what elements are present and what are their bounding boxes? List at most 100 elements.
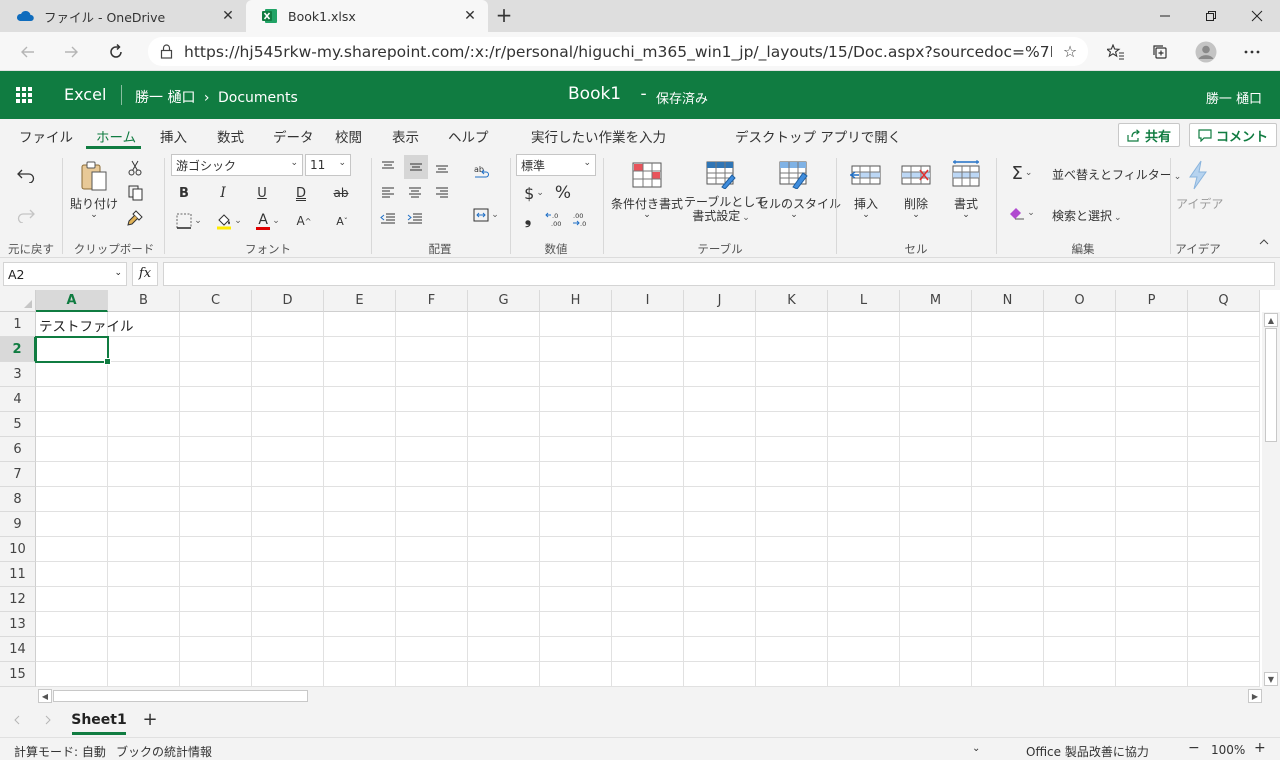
cell-J15[interactable] xyxy=(684,662,756,687)
cell-D8[interactable] xyxy=(252,487,324,512)
cell-L9[interactable] xyxy=(828,512,900,537)
row-header[interactable]: 3 xyxy=(0,362,36,387)
cell-G12[interactable] xyxy=(468,587,540,612)
cell-styles-caret[interactable]: ⌄ xyxy=(757,210,831,220)
cell-H3[interactable] xyxy=(540,362,612,387)
cell-I6[interactable] xyxy=(612,437,684,462)
tab-insert[interactable]: 挿入 xyxy=(160,126,187,146)
row-header[interactable]: 10 xyxy=(0,537,36,562)
cell-D4[interactable] xyxy=(252,387,324,412)
shrink-font-button[interactable]: Aˇ xyxy=(331,210,353,232)
cell-I15[interactable] xyxy=(612,662,684,687)
cell-O11[interactable] xyxy=(1044,562,1116,587)
double-underline-button[interactable]: D xyxy=(290,182,312,204)
cell-Q1[interactable] xyxy=(1188,312,1260,337)
cell-N9[interactable] xyxy=(972,512,1044,537)
cell-C15[interactable] xyxy=(180,662,252,687)
format-painter-icon[interactable] xyxy=(124,208,146,228)
row-header[interactable]: 4 xyxy=(0,387,36,412)
insert-cells-caret[interactable]: ⌄ xyxy=(846,210,886,220)
column-header[interactable]: P xyxy=(1116,290,1188,312)
merge-center-button[interactable]: ⌄ xyxy=(469,204,503,226)
cell-A1[interactable]: テストファイル xyxy=(36,312,134,337)
insert-cells-icon[interactable] xyxy=(849,160,883,190)
cell-K3[interactable] xyxy=(756,362,828,387)
cell-Q15[interactable] xyxy=(1188,662,1260,687)
cell-O9[interactable] xyxy=(1044,512,1116,537)
cell-A13[interactable] xyxy=(36,612,108,637)
cell-P5[interactable] xyxy=(1116,412,1188,437)
cell-K11[interactable] xyxy=(756,562,828,587)
cell-M4[interactable] xyxy=(900,387,972,412)
cell-K5[interactable] xyxy=(756,412,828,437)
cell-K7[interactable] xyxy=(756,462,828,487)
cell-E2[interactable] xyxy=(324,337,396,362)
cell-C4[interactable] xyxy=(180,387,252,412)
cell-E9[interactable] xyxy=(324,512,396,537)
scroll-up-arrow-icon[interactable]: ▲ xyxy=(1264,313,1278,327)
cell-F8[interactable] xyxy=(396,487,468,512)
cell-D14[interactable] xyxy=(252,637,324,662)
open-in-desktop-app[interactable]: デスクトップ アプリで開く xyxy=(735,126,901,146)
cell-O15[interactable] xyxy=(1044,662,1116,687)
sheet-tab-sheet1[interactable]: Sheet1 xyxy=(62,705,136,737)
cell-P6[interactable] xyxy=(1116,437,1188,462)
cell-M13[interactable] xyxy=(900,612,972,637)
cell-C6[interactable] xyxy=(180,437,252,462)
wrap-text-icon[interactable]: ab xyxy=(469,160,495,186)
format-as-table-label[interactable]: テーブルとして 書式設定 ⌄ xyxy=(684,195,767,225)
add-sheet-button[interactable]: + xyxy=(140,709,160,731)
cell-Q3[interactable] xyxy=(1188,362,1260,387)
cell-C8[interactable] xyxy=(180,487,252,512)
cell-F3[interactable] xyxy=(396,362,468,387)
decrease-indent-icon[interactable] xyxy=(377,208,399,230)
cell-O1[interactable] xyxy=(1044,312,1116,337)
cell-L1[interactable] xyxy=(828,312,900,337)
cell-E13[interactable] xyxy=(324,612,396,637)
cell-B10[interactable] xyxy=(108,537,180,562)
cell-O3[interactable] xyxy=(1044,362,1116,387)
favorite-star-icon[interactable]: ☆ xyxy=(1052,42,1088,61)
zoom-level[interactable]: 100% xyxy=(1211,743,1245,757)
cell-O7[interactable] xyxy=(1044,462,1116,487)
cell-D1[interactable] xyxy=(252,312,324,337)
document-title[interactable]: Book1 - xyxy=(568,84,647,104)
cell-A11[interactable] xyxy=(36,562,108,587)
cell-F12[interactable] xyxy=(396,587,468,612)
cell-D13[interactable] xyxy=(252,612,324,637)
cell-K1[interactable] xyxy=(756,312,828,337)
tab-file[interactable]: ファイル xyxy=(19,126,73,146)
delete-cells-caret[interactable]: ⌄ xyxy=(896,210,936,220)
cell-F11[interactable] xyxy=(396,562,468,587)
cell-K4[interactable] xyxy=(756,387,828,412)
refresh-icon[interactable] xyxy=(102,38,130,66)
cell-K10[interactable] xyxy=(756,537,828,562)
tab-home[interactable]: ホーム xyxy=(96,126,136,146)
cell-I13[interactable] xyxy=(612,612,684,637)
vertical-scroll-thumb[interactable] xyxy=(1265,328,1277,442)
cell-C1[interactable] xyxy=(180,312,252,337)
paste-icon[interactable] xyxy=(76,158,112,194)
cell-M6[interactable] xyxy=(900,437,972,462)
row-header[interactable]: 6 xyxy=(0,437,36,462)
cell-O13[interactable] xyxy=(1044,612,1116,637)
cell-J10[interactable] xyxy=(684,537,756,562)
cell-M12[interactable] xyxy=(900,587,972,612)
column-header[interactable]: F xyxy=(396,290,468,312)
cell-D5[interactable] xyxy=(252,412,324,437)
cell-K12[interactable] xyxy=(756,587,828,612)
cell-Q5[interactable] xyxy=(1188,412,1260,437)
row-header[interactable]: 14 xyxy=(0,637,36,662)
align-left-icon[interactable] xyxy=(377,182,399,204)
cell-D7[interactable] xyxy=(252,462,324,487)
cell-B12[interactable] xyxy=(108,587,180,612)
cell-F4[interactable] xyxy=(396,387,468,412)
column-header[interactable]: O xyxy=(1044,290,1116,312)
url-field[interactable]: https://hj545rkw-my.sharepoint.com/:x:/r… xyxy=(148,37,1088,66)
font-size-select[interactable]: 11 ⌄ xyxy=(305,154,351,176)
cell-A14[interactable] xyxy=(36,637,108,662)
cell-N1[interactable] xyxy=(972,312,1044,337)
row-header[interactable]: 12 xyxy=(0,587,36,612)
column-header[interactable]: L xyxy=(828,290,900,312)
row-header[interactable]: 15 xyxy=(0,662,36,687)
